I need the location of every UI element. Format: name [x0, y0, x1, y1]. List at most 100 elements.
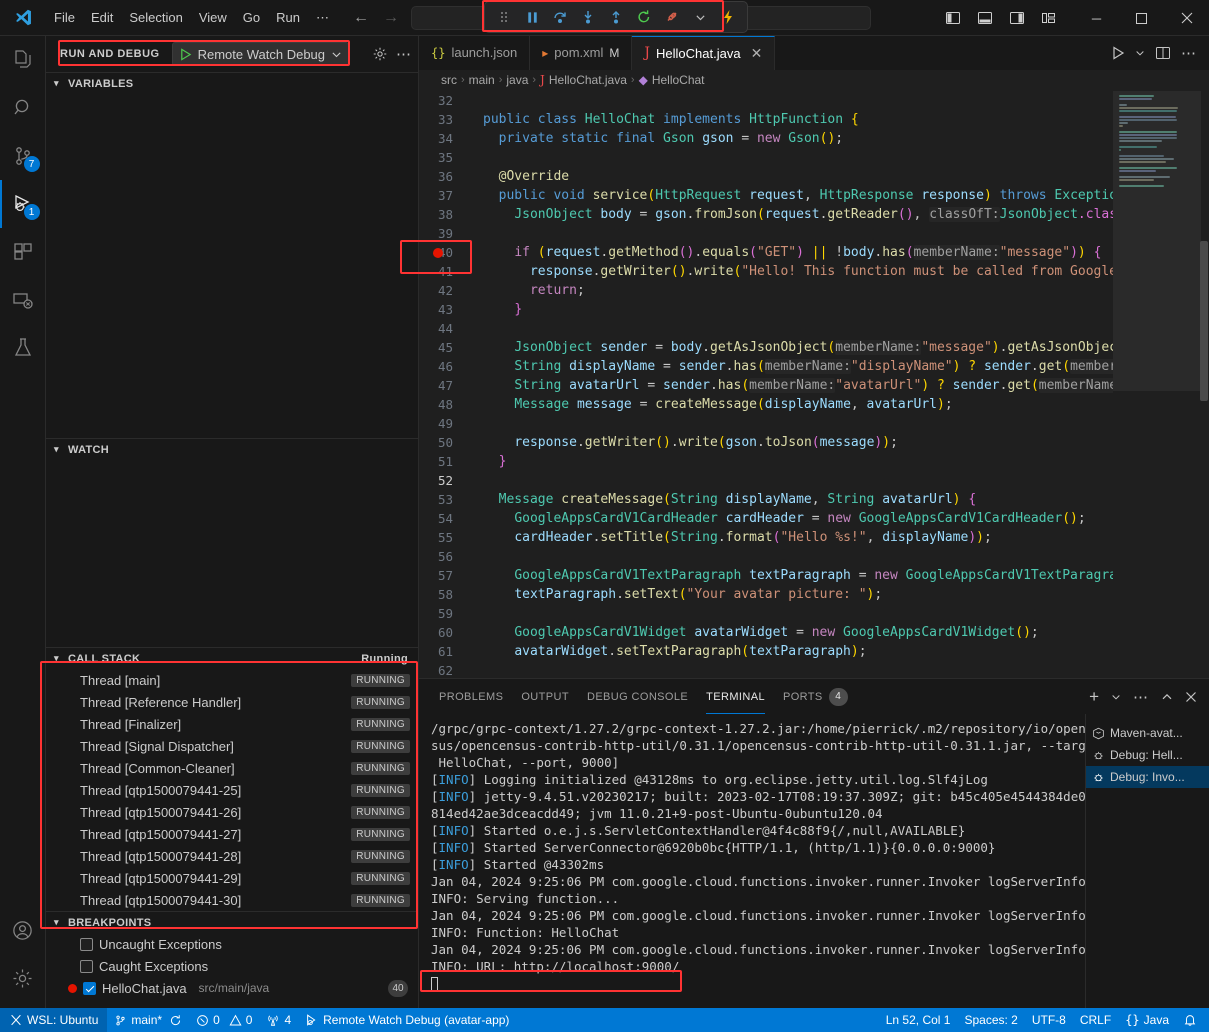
new-terminal-chevron-down-icon[interactable] [1111, 692, 1121, 702]
status-indentation[interactable]: Spaces: 2 [957, 1008, 1024, 1032]
arrow-right-icon[interactable]: → [383, 10, 399, 26]
maximize-panel-chevron-up-icon[interactable] [1161, 691, 1173, 703]
list-item[interactable]: Thread [qtp1500079441-26]RUNNING [46, 801, 418, 823]
code-line[interactable]: 38 JsonObject body = gson.fromJson(reque… [419, 205, 1113, 224]
code-line[interactable]: 56 [419, 547, 1113, 566]
code-line[interactable]: 33public class HelloChat implements Http… [419, 110, 1113, 129]
editor-scrollbar-thumb[interactable] [1200, 241, 1208, 401]
code-line[interactable]: 48 Message message = createMessage(displ… [419, 395, 1113, 414]
status-ports[interactable]: 4 [259, 1008, 298, 1032]
sidebar-item-run-and-debug[interactable]: 1 [0, 180, 46, 228]
pause-button[interactable] [519, 4, 545, 30]
close-panel-icon[interactable] [1185, 691, 1197, 703]
code-line[interactable]: 50 response.getWriter().write(gson.toJso… [419, 433, 1113, 452]
chevron-down-icon[interactable] [331, 49, 342, 60]
menu-view[interactable]: View [191, 6, 235, 29]
sidebar-item-testing[interactable] [0, 324, 46, 372]
breadcrumb-src[interactable]: src [441, 73, 457, 87]
code-line[interactable]: 62 [419, 661, 1113, 678]
gear-icon[interactable] [0, 954, 46, 1002]
code-line[interactable]: 42 return; [419, 281, 1113, 300]
step-into-button[interactable] [575, 4, 601, 30]
debug-toolbar[interactable] [484, 1, 748, 33]
hellochat-breakpoint-checkbox[interactable] [83, 982, 96, 995]
menu-more[interactable]: ⋯ [308, 6, 337, 30]
list-item[interactable]: Thread [Common-Cleaner]RUNNING [46, 757, 418, 779]
menu-run[interactable]: Run [268, 6, 308, 29]
hot-reload-button[interactable] [715, 4, 741, 30]
list-item[interactable]: HelloChat.java src/main/java 40 [46, 977, 418, 999]
editor-more-actions-ellipsis-icon[interactable]: ⋯ [1181, 44, 1197, 62]
tab-pom-xml[interactable]: ▸ pom.xml M [530, 36, 632, 70]
code-line[interactable]: 43 } [419, 300, 1113, 319]
breakpoint-dot-icon[interactable] [433, 248, 443, 258]
list-item[interactable]: Thread [qtp1500079441-28]RUNNING [46, 845, 418, 867]
status-branch[interactable]: main* [107, 1008, 189, 1032]
terminal-tab-debug-invoker[interactable]: Debug: Invo... [1086, 766, 1209, 788]
status-eol[interactable]: CRLF [1073, 1008, 1118, 1032]
code-line[interactable]: 40 if (request.getMethod().equals("GET")… [419, 243, 1113, 262]
more-actions-chevron-down-icon[interactable] [687, 4, 713, 30]
code-line[interactable]: 37 public void service(HttpRequest reque… [419, 186, 1113, 205]
status-problems[interactable]: 0 0 [189, 1008, 259, 1032]
code-line[interactable]: 32 [419, 91, 1113, 110]
toggle-secondary-sidebar-icon[interactable] [1002, 4, 1032, 32]
arrow-left-icon[interactable]: ← [353, 10, 369, 26]
breadcrumb-main[interactable]: main [469, 73, 495, 87]
minimap[interactable] [1113, 91, 1209, 678]
code-line[interactable]: 35 [419, 148, 1113, 167]
accounts-icon[interactable] [0, 906, 46, 954]
tab-ports[interactable]: PORTS 4 [783, 679, 848, 714]
watch-section-header[interactable]: ▾ WATCH [46, 438, 418, 460]
code-line[interactable]: 41 response.getWriter().write("Hello! Th… [419, 262, 1113, 281]
code-line[interactable]: 60 GoogleAppsCardV1Widget avatarWidget =… [419, 623, 1113, 642]
menu-selection[interactable]: Selection [121, 6, 190, 29]
new-terminal-plus-icon[interactable]: + [1089, 688, 1099, 705]
breadcrumb-file[interactable]: HelloChat.java [549, 73, 627, 87]
run-chevron-down-icon[interactable] [1135, 48, 1145, 58]
sidebar-item-remote-explorer[interactable] [0, 276, 46, 324]
menu-file[interactable]: File [46, 6, 83, 29]
tab-terminal[interactable]: TERMINAL [706, 679, 765, 714]
status-cursor-position[interactable]: Ln 52, Col 1 [879, 1008, 958, 1032]
code-line[interactable]: 58 textParagraph.setText("Your avatar pi… [419, 585, 1113, 604]
terminal-tab-maven[interactable]: Maven-avat... [1086, 722, 1209, 744]
code-line[interactable]: 59 [419, 604, 1113, 623]
code-line[interactable]: 36 @Override [419, 167, 1113, 186]
sidebar-item-explorer[interactable] [0, 36, 46, 84]
code-line[interactable]: 46 String displayName = sender.has(membe… [419, 357, 1113, 376]
code-line[interactable]: 45 JsonObject sender = body.getAsJsonObj… [419, 338, 1113, 357]
close-icon[interactable]: ✕ [751, 46, 763, 60]
window-close-button[interactable] [1164, 0, 1209, 36]
code-line[interactable]: 54 GoogleAppsCardV1CardHeader cardHeader… [419, 509, 1113, 528]
code-line[interactable]: 47 String avatarUrl = sender.has(memberN… [419, 376, 1113, 395]
toggle-panel-icon[interactable] [970, 4, 1000, 32]
code-line[interactable]: 34 private static final Gson gson = new … [419, 129, 1113, 148]
code-line[interactable]: 39 [419, 224, 1113, 243]
code-line[interactable]: 44 [419, 319, 1113, 338]
code-line[interactable]: 51 } [419, 452, 1113, 471]
window-maximize-button[interactable] [1119, 0, 1164, 36]
run-java-play-icon[interactable] [1111, 46, 1125, 60]
status-debug-session[interactable]: Remote Watch Debug (avatar-app) [298, 1008, 516, 1032]
caught-exceptions-checkbox[interactable] [80, 960, 93, 973]
list-item[interactable]: Thread [qtp1500079441-25]RUNNING [46, 779, 418, 801]
uncaught-exceptions-checkbox[interactable] [80, 938, 93, 951]
list-item[interactable]: Thread [qtp1500079441-30]RUNNING [46, 889, 418, 911]
sidebar-more-actions-ellipsis-icon[interactable]: ⋯ [396, 45, 412, 63]
open-launch-json-gear-icon[interactable] [372, 46, 388, 62]
tab-launch-json[interactable]: {} launch.json [419, 36, 530, 70]
list-item[interactable]: Thread [Reference Handler]RUNNING [46, 691, 418, 713]
list-item[interactable]: Thread [main]RUNNING [46, 669, 418, 691]
code-line[interactable]: 49 [419, 414, 1113, 433]
status-notifications[interactable] [1176, 1008, 1209, 1032]
terminal-tab-debug-hellochat[interactable]: Debug: Hell... [1086, 744, 1209, 766]
list-item[interactable]: Thread [Signal Dispatcher]RUNNING [46, 735, 418, 757]
sidebar-item-search[interactable] [0, 84, 46, 132]
code-line[interactable]: 52 [419, 471, 1113, 490]
code-line[interactable]: 53 Message createMessage(String displayN… [419, 490, 1113, 509]
status-remote-indicator[interactable]: WSL: Ubuntu [0, 1008, 107, 1032]
tab-hellochat-java[interactable]: J HelloChat.java ✕ [632, 36, 775, 70]
sidebar-item-source-control[interactable]: 7 [0, 132, 46, 180]
sync-icon[interactable] [169, 1014, 182, 1027]
